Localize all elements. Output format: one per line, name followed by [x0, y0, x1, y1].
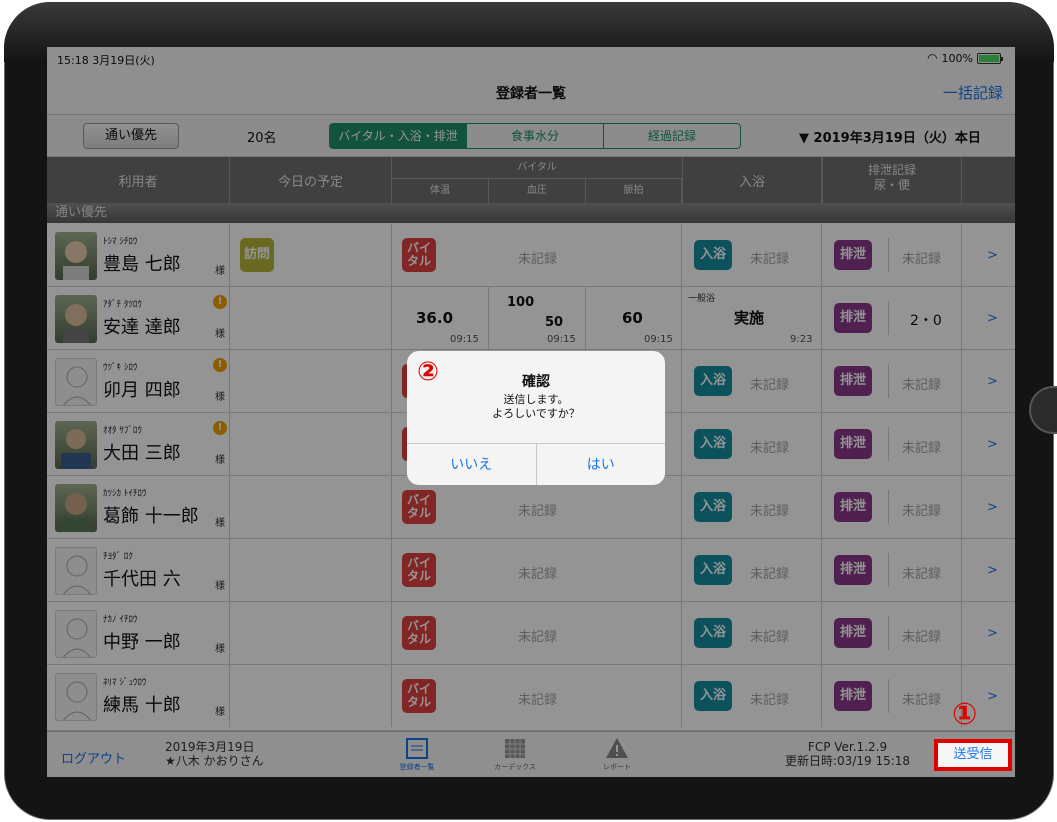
dialog-message: 送信します。 よろしいですか？	[407, 393, 665, 421]
dialog-title: 確認	[522, 374, 550, 390]
dialog-message-line1: 送信します。	[503, 393, 569, 406]
no-button[interactable]: いいえ	[407, 444, 537, 485]
toolbar-overlay-layer: ① 送受信	[47, 697, 1015, 777]
confirm-dialog: ② 確認 送信します。 よろしいですか？ いいえ はい	[407, 351, 665, 485]
dialog-buttons: いいえ はい	[407, 443, 665, 485]
yes-button[interactable]: はい	[537, 444, 666, 485]
dialog-message-line2: よろしいですか？	[492, 407, 580, 420]
app-screen: 15:18 3月19日(火) ◠ 100% 登録者一覧 一括記録 通い優先 20…	[47, 47, 1015, 777]
send-receive-button[interactable]: 送受信	[934, 739, 1012, 771]
step-1-marker: ①	[952, 697, 978, 732]
